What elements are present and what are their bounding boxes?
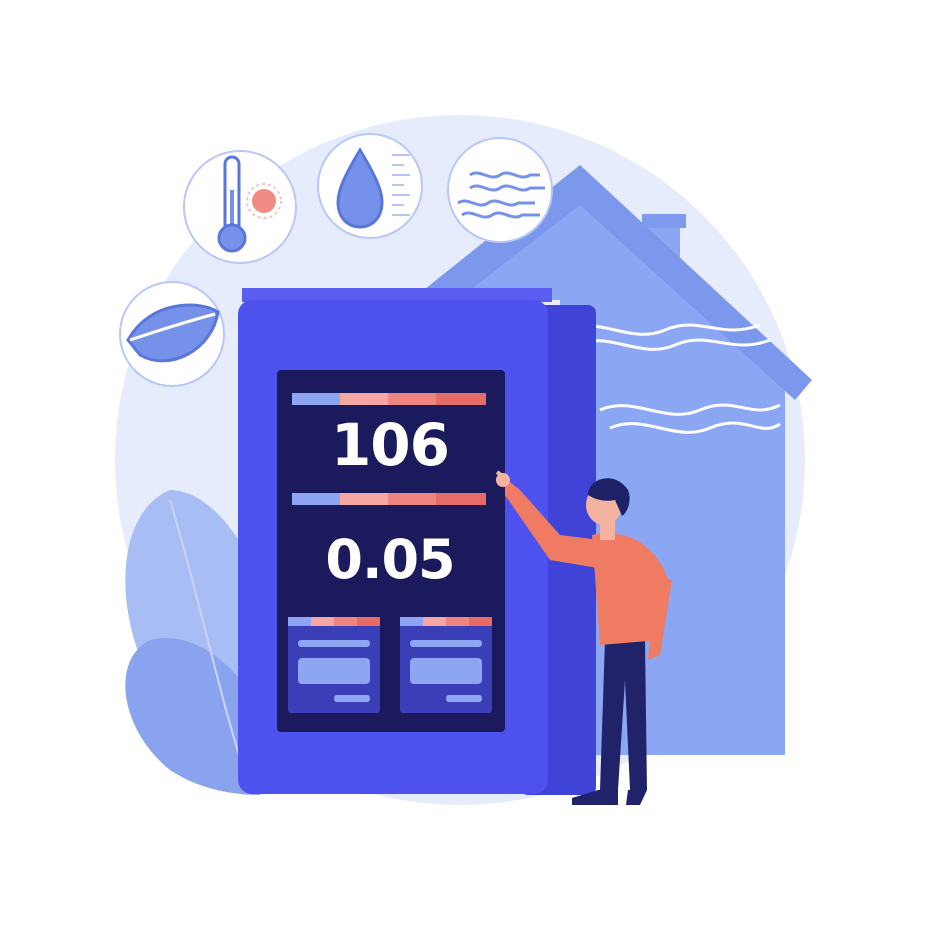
primary-reading-value: 106: [330, 411, 450, 479]
gauge-bar-1: [292, 393, 486, 405]
secondary-reading-value: 0.05: [325, 528, 455, 591]
sub-panel-right: [400, 617, 492, 713]
thermometer-icon: [183, 150, 297, 264]
monitor-top: [242, 288, 552, 302]
gauge-bar-2: [292, 493, 486, 505]
leaf-icon: [119, 281, 225, 387]
water-drop-icon: [317, 133, 423, 239]
air-flow-icon: [447, 137, 553, 243]
sub-panel-left: [288, 617, 380, 713]
